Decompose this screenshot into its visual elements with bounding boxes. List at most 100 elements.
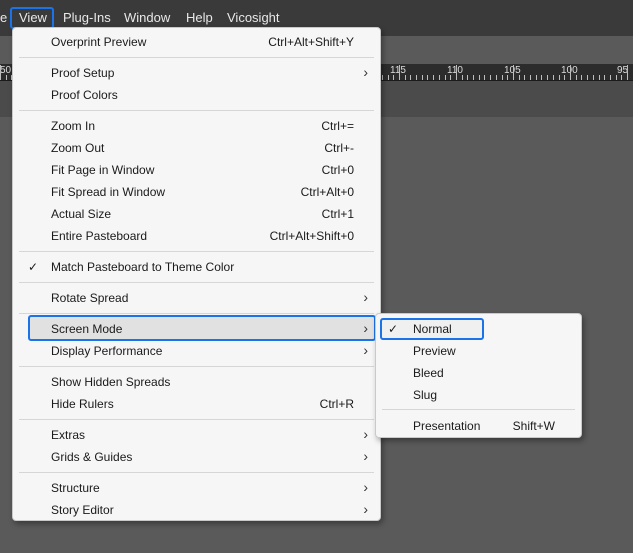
- menu-item-shortcut: Ctrl+=: [321, 119, 354, 133]
- menubar-item-help[interactable]: Help: [186, 10, 213, 26]
- menu-item-label: Entire Pasteboard: [51, 229, 148, 243]
- check-icon: ✓: [388, 322, 399, 336]
- menu-separator: [19, 251, 374, 252]
- ruler-tick: [547, 75, 548, 80]
- submenu-item-slug[interactable]: Slug: [376, 384, 581, 406]
- chevron-right-icon: ›: [363, 289, 368, 305]
- submenu-item-preview[interactable]: Preview: [376, 340, 581, 362]
- menu-item-proof-setup[interactable]: Proof Setup ›: [13, 62, 380, 84]
- menu-item-fit-spread[interactable]: Fit Spread in Window Ctrl+Alt+0: [13, 181, 380, 203]
- ruler-tick: [382, 75, 383, 80]
- menu-item-match-pasteboard[interactable]: ✓ Match Pasteboard to Theme Color: [13, 256, 380, 278]
- chevron-right-icon: ›: [363, 320, 368, 336]
- menu-item-screen-mode[interactable]: Screen Mode ›: [13, 318, 380, 340]
- chevron-right-icon: ›: [363, 342, 368, 358]
- menu-item-display-performance[interactable]: Display Performance ›: [13, 340, 380, 362]
- menu-separator: [19, 110, 374, 111]
- menu-item-label: Bleed: [413, 366, 444, 380]
- ruler-tick: [524, 75, 525, 80]
- menubar-item-view[interactable]: View: [19, 10, 47, 26]
- menubar-item-partial[interactable]: e: [0, 10, 7, 26]
- menu-item-zoom-in[interactable]: Zoom In Ctrl+=: [13, 115, 380, 137]
- menu-item-label: Proof Setup: [51, 66, 115, 80]
- menu-item-label: Zoom Out: [51, 141, 105, 155]
- menu-item-shortcut: Ctrl+1: [321, 207, 354, 221]
- ruler-tick: [564, 75, 565, 80]
- menu-item-label: Extras: [51, 428, 86, 442]
- ruler-tick: [0, 65, 1, 80]
- menu-item-shortcut: Ctrl+Alt+Shift+0: [269, 229, 354, 243]
- menu-item-grids-guides[interactable]: Grids & Guides ›: [13, 446, 380, 468]
- menu-item-show-hidden-spreads[interactable]: Show Hidden Spreads: [13, 371, 380, 393]
- ruler-tick: [513, 65, 514, 80]
- menu-item-label: Preview: [413, 344, 456, 358]
- ruler-tick: [490, 75, 491, 80]
- menu-item-label: Presentation: [413, 419, 481, 433]
- menu-item-actual-size[interactable]: Actual Size Ctrl+1: [13, 203, 380, 225]
- menu-separator: [19, 57, 374, 58]
- menu-item-label: Fit Page in Window: [51, 163, 155, 177]
- ruler-tick: [399, 65, 400, 80]
- menu-separator: [19, 472, 374, 473]
- menu-item-label: Proof Colors: [51, 88, 118, 102]
- menubar-item-plug-ins[interactable]: Plug-Ins: [63, 10, 111, 26]
- view-menu: Overprint Preview Ctrl+Alt+Shift+Y Proof…: [12, 27, 381, 521]
- ruler-tick: [610, 75, 611, 80]
- ruler-tick: [479, 75, 480, 80]
- menu-item-shortcut: Ctrl+0: [321, 163, 354, 177]
- ruler-tick: [536, 75, 537, 80]
- menu-item-rotate-spread[interactable]: Rotate Spread ›: [13, 287, 380, 309]
- menu-item-proof-colors[interactable]: Proof Colors: [13, 84, 380, 106]
- ruler-tick: [445, 75, 446, 80]
- menu-item-hide-rulers[interactable]: Hide Rulers Ctrl+R: [13, 393, 380, 415]
- menu-item-label: Match Pasteboard to Theme Color: [51, 260, 235, 274]
- menubar-item-window[interactable]: Window: [124, 10, 170, 26]
- menu-separator: [382, 409, 575, 410]
- menu-item-structure[interactable]: Structure ›: [13, 477, 380, 499]
- menu-item-shortcut: Ctrl+-: [324, 141, 354, 155]
- ruler-tick: [6, 75, 7, 80]
- ruler-tick: [496, 75, 497, 80]
- menu-item-label: Actual Size: [51, 207, 112, 221]
- menu-item-label: Show Hidden Spreads: [51, 375, 171, 389]
- menu-item-extras[interactable]: Extras ›: [13, 424, 380, 446]
- menu-item-label: Normal: [413, 322, 452, 336]
- ruler-tick: [570, 65, 571, 80]
- menu-item-shortcut: Ctrl+R: [319, 397, 354, 411]
- menu-item-label: Hide Rulers: [51, 397, 114, 411]
- ruler-tick: [467, 75, 468, 80]
- menu-item-entire-pasteboard[interactable]: Entire Pasteboard Ctrl+Alt+Shift+0: [13, 225, 380, 247]
- menu-item-label: Grids & Guides: [51, 450, 133, 464]
- menu-item-label: Fit Spread in Window: [51, 185, 166, 199]
- ruler-tick: [433, 75, 434, 80]
- submenu-item-normal[interactable]: ✓ Normal: [376, 318, 581, 340]
- ruler-tick: [627, 65, 628, 80]
- menu-item-label: Screen Mode: [51, 322, 123, 336]
- menubar-item-vicosight[interactable]: Vicosight: [227, 10, 280, 26]
- ruler-tick: [388, 75, 389, 80]
- ruler-tick: [587, 75, 588, 80]
- ruler-tick: [593, 75, 594, 80]
- menu-item-overprint-preview[interactable]: Overprint Preview Ctrl+Alt+Shift+Y: [13, 31, 380, 53]
- menu-item-label: Structure: [51, 481, 100, 495]
- menu-item-fit-page[interactable]: Fit Page in Window Ctrl+0: [13, 159, 380, 181]
- ruler-tick: [422, 75, 423, 80]
- ruler-tick: [410, 75, 411, 80]
- menu-item-story-editor[interactable]: Story Editor ›: [13, 499, 380, 521]
- ruler-tick: [599, 75, 600, 80]
- ruler-tick: [456, 65, 457, 80]
- ruler-tick: [604, 75, 605, 80]
- ruler-tick: [405, 75, 406, 80]
- submenu-item-presentation[interactable]: Presentation Shift+W: [376, 415, 581, 437]
- chevron-right-icon: ›: [363, 479, 368, 495]
- ruler-tick: [519, 75, 520, 80]
- check-icon: ✓: [28, 260, 39, 274]
- menu-item-zoom-out[interactable]: Zoom Out Ctrl+-: [13, 137, 380, 159]
- ruler-tick: [462, 75, 463, 80]
- ruler-tick: [530, 75, 531, 80]
- ruler-tick: [621, 75, 622, 80]
- menu-item-shortcut: Ctrl+Alt+0: [300, 185, 354, 199]
- menu-item-shortcut: Ctrl+Alt+Shift+Y: [268, 35, 354, 49]
- submenu-item-bleed[interactable]: Bleed: [376, 362, 581, 384]
- menu-item-label: Story Editor: [51, 503, 114, 517]
